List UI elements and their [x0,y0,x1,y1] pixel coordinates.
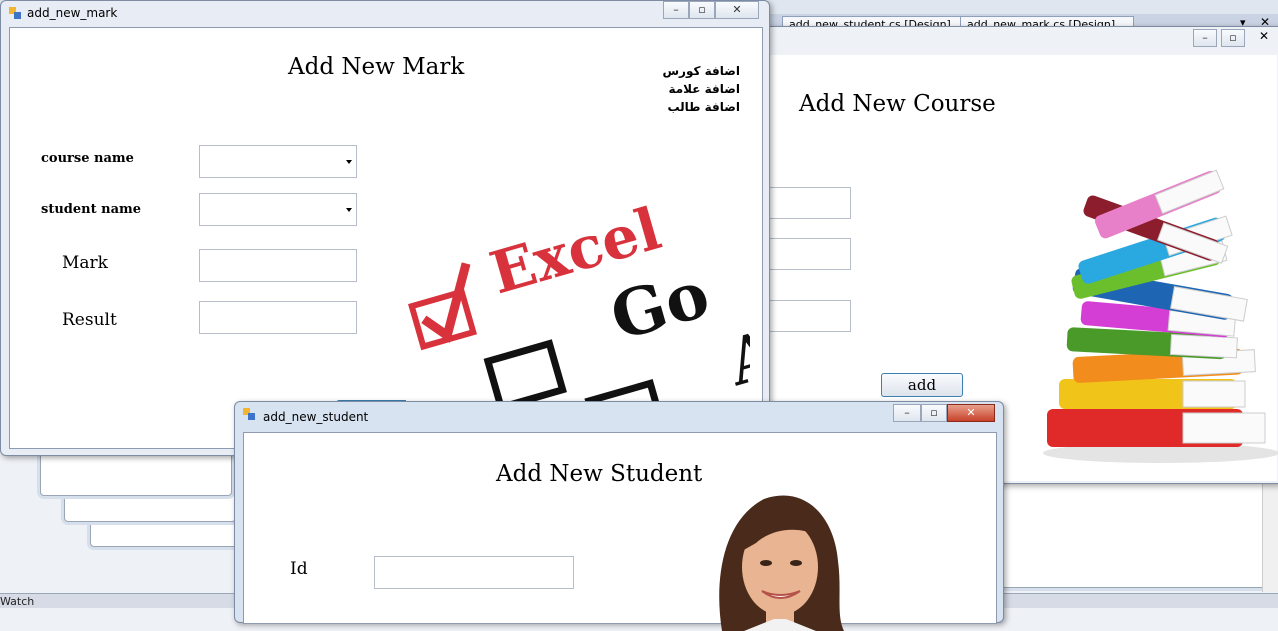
student-form-client: Add New Student Id [243,432,997,631]
mark-input[interactable] [199,249,357,282]
id-input[interactable] [374,556,574,589]
window-title: add_new_mark [27,6,118,20]
books-image [1043,169,1278,463]
nav-menu: اضافة كورس اضافة علامة اضافة طالب [632,62,741,116]
add-new-mark-window: add_new_mark – ▫ ✕ Add New Mark اضافة كو… [0,0,770,456]
add-button[interactable]: add [881,373,963,397]
background-window [40,450,232,496]
background-window [1000,466,1270,588]
add-new-student-window: add_new_student – ▫ ✕ Add New Student Id [234,401,1004,631]
menu-item-add-mark[interactable]: اضافة علامة [632,80,740,98]
mark-form-client: Add New Mark اضافة كورس اضافة علامة اضاف… [9,27,763,449]
form-title: Add New Course [799,91,996,117]
student-name-label: student name [41,202,142,217]
maximize-button[interactable]: ▫ [1221,29,1245,47]
student-name-combo[interactable] [199,193,357,226]
checklist-image: Excel Go A [406,164,750,402]
result-label: Result [62,310,117,330]
minimize-button[interactable]: – [1193,29,1217,47]
chevron-down-icon[interactable] [346,160,352,164]
menu-item-add-student[interactable]: اضافة طالب [632,98,740,116]
form-icon [243,408,255,420]
maximize-button[interactable]: ▫ [689,1,715,19]
form-title: Add New Mark [288,54,465,80]
id-label: Id [290,559,308,579]
window-title: add_new_student [263,410,369,424]
course-name-input[interactable] [769,187,851,219]
form-icon [9,7,21,19]
mark-label: Mark [62,253,108,273]
menu-item-add-course[interactable]: اضافة كورس [632,62,741,80]
course-name-combo[interactable] [199,145,357,178]
close-button[interactable]: ✕ [947,404,995,422]
chevron-down-icon[interactable] [346,208,352,212]
course-field-input[interactable] [769,300,851,332]
result-input[interactable] [199,301,357,334]
close-button[interactable]: ✕ [715,1,759,19]
minimize-button[interactable]: – [663,1,689,19]
watch-panel-tab[interactable]: Watch [0,595,34,608]
minimize-button[interactable]: – [893,404,921,422]
course-field-input[interactable] [769,238,851,270]
title-bar[interactable]: add_new_mark – ▫ ✕ [1,1,769,25]
maximize-button[interactable]: ▫ [921,404,947,422]
form-title: Add New Student [496,461,703,487]
course-name-label: course name [41,151,134,166]
student-photo [719,495,844,631]
title-bar[interactable]: add_new_student – ▫ ✕ [235,402,1003,426]
close-button[interactable]: ✕ [1253,29,1275,47]
